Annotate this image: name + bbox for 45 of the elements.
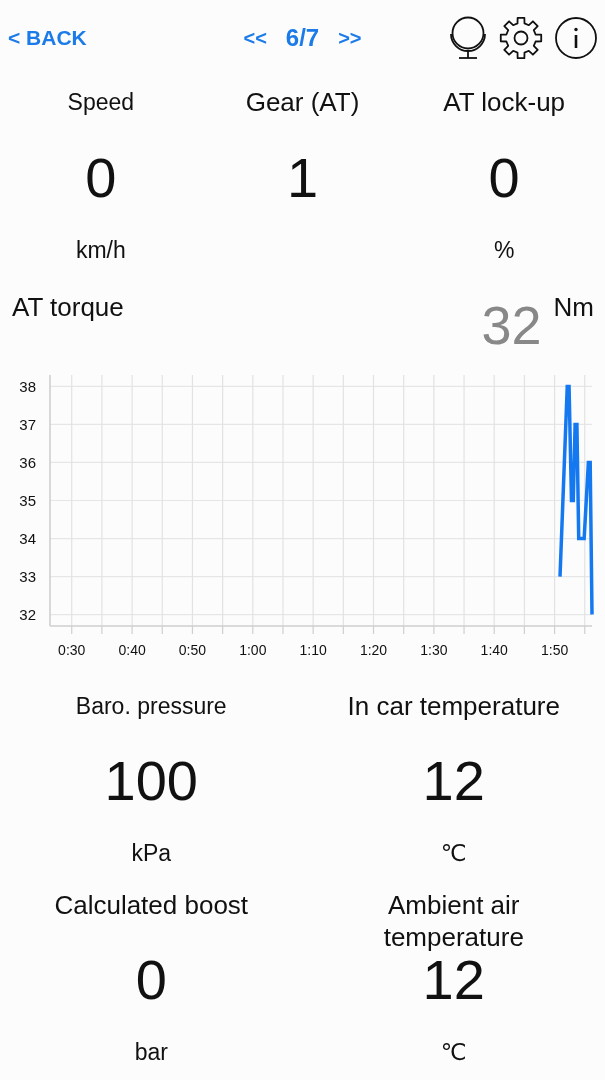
- metric-unit: ℃: [440, 839, 467, 867]
- metric-unit: bar: [134, 1038, 168, 1066]
- metric-unit: ℃: [440, 1038, 467, 1066]
- metric-value: 12: [422, 749, 485, 813]
- metric-label: Calculated boost: [54, 889, 249, 921]
- x-axis-label: 1:30: [420, 642, 448, 658]
- metric-unit: %: [493, 236, 515, 264]
- y-axis-label: 37: [19, 415, 36, 433]
- settings-icon[interactable]: [499, 16, 543, 60]
- y-axis-label: 35: [19, 492, 36, 509]
- x-axis-label: 1:40: [480, 642, 508, 658]
- metric-value: 0: [85, 146, 117, 210]
- x-axis-label: 1:20: [359, 642, 388, 658]
- metric-label: Gear (AT): [245, 86, 360, 118]
- y-axis-label: 36: [19, 453, 36, 471]
- y-axis-label: 38: [19, 377, 36, 395]
- metric-unit: kPa: [131, 839, 172, 867]
- metric-label: Baro. pressure: [75, 692, 227, 721]
- metric-label: In car temperature: [347, 690, 560, 722]
- torque-label: AT torque: [12, 293, 124, 321]
- x-axis-label: 0:50: [178, 642, 207, 658]
- metric-label: Ambient air temperature: [382, 889, 525, 953]
- page-indicator: 6/7: [285, 24, 320, 52]
- x-axis-label: 1:10: [299, 642, 327, 658]
- metric-label: Speed: [67, 88, 135, 117]
- x-axis-label: 0:40: [118, 642, 146, 658]
- globe-icon[interactable]: [449, 16, 487, 60]
- info-icon[interactable]: [555, 17, 597, 59]
- torque-unit: Nm: [553, 293, 594, 321]
- metric-unit: km/h: [75, 236, 126, 264]
- back-link[interactable]: < BACK: [8, 25, 87, 51]
- previous-page-button[interactable]: <<: [243, 26, 267, 50]
- metric-value: 0: [135, 948, 167, 1012]
- torque-value: 32: [481, 294, 542, 357]
- y-axis-label: 33: [19, 568, 36, 586]
- x-axis-label: 1:00: [239, 642, 267, 658]
- metric-value: 1: [286, 146, 319, 210]
- x-axis-label: 0:30: [58, 642, 86, 658]
- y-axis-label: 32: [19, 606, 36, 624]
- next-page-button[interactable]: >>: [338, 26, 362, 50]
- metric-value: 100: [104, 749, 198, 813]
- x-axis-label: 1:50: [540, 642, 569, 658]
- metric-label: AT lock-up: [443, 86, 566, 118]
- metric-value: 0: [488, 146, 520, 210]
- y-axis-label: 34: [19, 530, 36, 548]
